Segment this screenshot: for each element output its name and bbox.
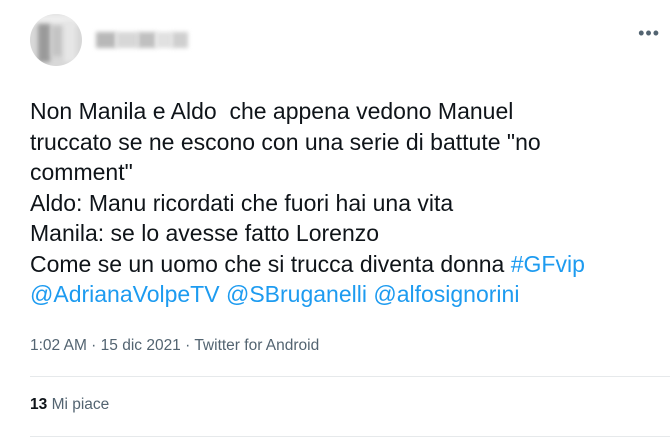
tweet-line-text: Come se un uomo che si trucca diventa do…	[30, 250, 511, 277]
tweet-line: truccato se ne escono con una serie di b…	[30, 128, 541, 155]
likes-stat[interactable]: 13 Mi piace	[30, 396, 109, 414]
more-options-icon[interactable]: •••	[638, 24, 660, 42]
meta-separator: ·	[180, 337, 195, 354]
tweet-line: Come se un uomo che si trucca diventa do…	[30, 249, 660, 280]
tweet-date[interactable]: 15 dic 2021	[101, 337, 181, 354]
likes-label: Mi piace	[51, 396, 110, 413]
tweet-line: Manila: se lo avesse fatto Lorenzo	[30, 220, 380, 246]
divider	[30, 376, 670, 377]
tweet-text: Non Manila e Aldo che appena vedono Manu…	[30, 96, 660, 310]
tweet-meta: 1:02 AM · 15 dic 2021 · Twitter for Andr…	[30, 337, 319, 355]
avatar-blur	[64, 22, 76, 62]
likes-count: 13	[30, 396, 48, 413]
meta-separator: ·	[86, 337, 101, 354]
avatar-blur	[38, 24, 50, 62]
mention-link[interactable]: @alfosignorini	[373, 281, 519, 307]
mentions-line: @AdrianaVolpeTV @SBruganelli @alfosignor…	[30, 279, 660, 310]
tweet-line: Aldo: Manu ricordati che fuori hai una v…	[30, 189, 454, 216]
mention-link[interactable]: @AdrianaVolpeTV	[30, 281, 220, 307]
tweet-line: comment"	[30, 159, 133, 185]
avatar[interactable]	[30, 14, 82, 66]
avatar-blur	[52, 26, 62, 56]
tweet: ••• Non Manila e Aldo che appena vedono …	[0, 0, 670, 439]
tweet-source[interactable]: Twitter for Android	[194, 337, 319, 354]
tweet-time[interactable]: 1:02 AM	[30, 337, 87, 354]
hashtag-link[interactable]: #GFvip	[511, 251, 585, 277]
divider	[30, 436, 670, 437]
tweet-line: Non Manila e Aldo che appena vedono Manu…	[30, 98, 514, 124]
author-name-redacted[interactable]	[96, 32, 188, 48]
mention-link[interactable]: @SBruganelli	[226, 281, 367, 307]
